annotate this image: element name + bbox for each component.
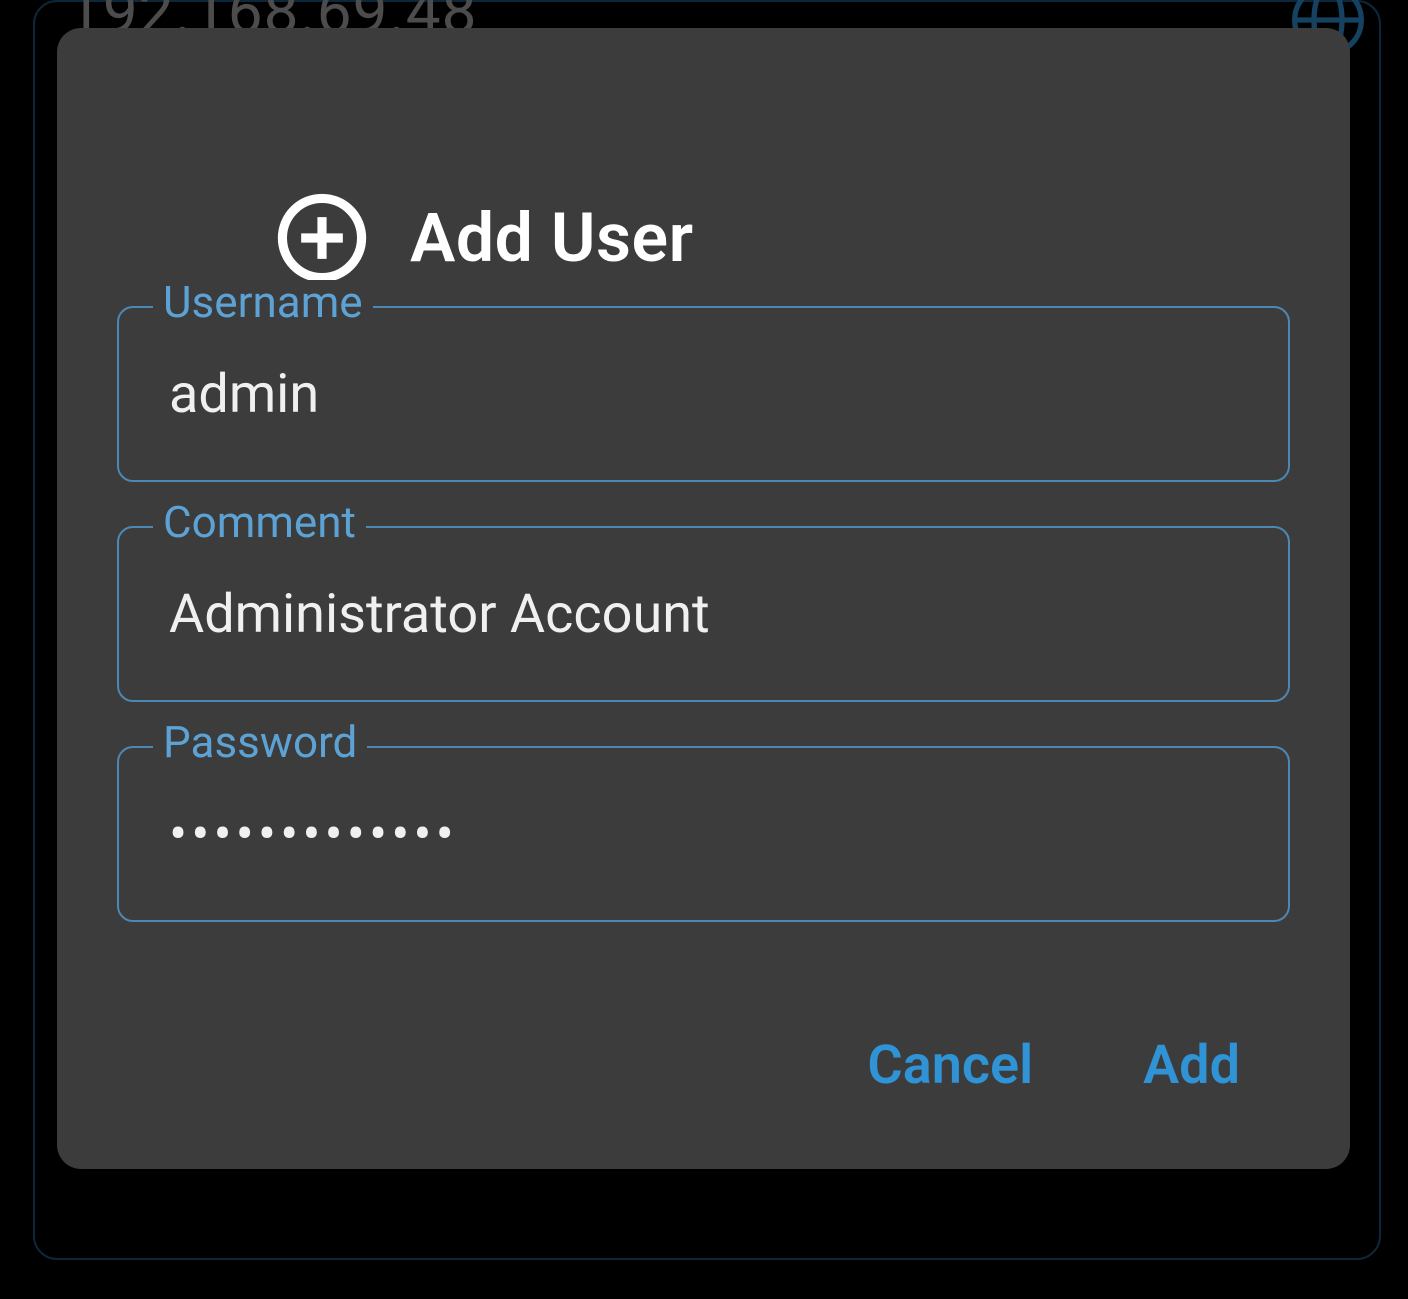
comment-input[interactable] xyxy=(167,582,1240,647)
dialog-title: Add User xyxy=(410,198,694,278)
dialog-header: Add User xyxy=(272,188,694,288)
username-input[interactable] xyxy=(167,362,1240,427)
cancel-button[interactable]: Cancel xyxy=(867,1034,1033,1097)
plus-circle-icon xyxy=(272,188,372,288)
password-label: Password xyxy=(153,720,367,764)
dialog-actions: Cancel Add xyxy=(57,1034,1350,1097)
username-field-group: Username xyxy=(117,306,1290,482)
password-field-group: Password xyxy=(117,746,1290,922)
comment-label: Comment xyxy=(153,500,366,544)
comment-field-group: Comment xyxy=(117,526,1290,702)
password-input[interactable] xyxy=(167,802,1240,867)
add-user-dialog: Add User Username Comment Password Cance… xyxy=(57,28,1350,1169)
username-label: Username xyxy=(153,280,373,324)
add-button[interactable]: Add xyxy=(1143,1034,1240,1097)
